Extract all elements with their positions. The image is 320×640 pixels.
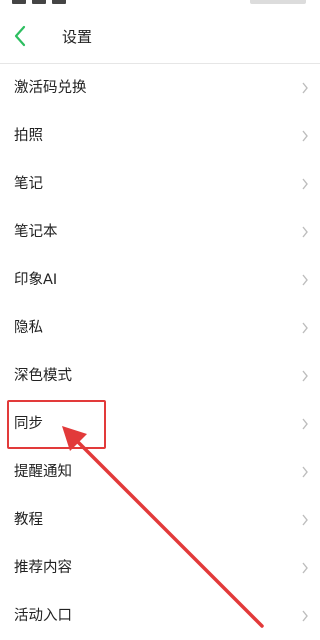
- menu-item-label: 拍照: [14, 128, 43, 144]
- menu-item-notebooks[interactable]: 笔记本: [0, 208, 320, 256]
- chevron-right-icon: [302, 226, 308, 238]
- chevron-right-icon: [302, 610, 308, 622]
- status-icons-right: [250, 0, 306, 4]
- menu-item-label: 提醒通知: [14, 464, 72, 480]
- menu-item-reminders[interactable]: 提醒通知: [0, 448, 320, 496]
- menu-item-label: 印象AI: [14, 272, 58, 288]
- menu-item-label: 激活码兑换: [14, 80, 87, 96]
- menu-item-label: 隐私: [14, 320, 43, 336]
- menu-item-label: 同步: [14, 416, 43, 432]
- signal-icon: [52, 0, 66, 4]
- menu-item-privacy[interactable]: 隐私: [0, 304, 320, 352]
- chevron-right-icon: [302, 466, 308, 478]
- menu-item-notes[interactable]: 笔记: [0, 160, 320, 208]
- chevron-right-icon: [302, 562, 308, 574]
- chevron-left-icon: [14, 25, 26, 47]
- page-title: 设置: [62, 28, 93, 46]
- chevron-right-icon: [302, 178, 308, 190]
- signal-icon: [12, 0, 26, 4]
- menu-item-camera[interactable]: 拍照: [0, 112, 320, 160]
- menu-item-recommended[interactable]: 推荐内容: [0, 544, 320, 592]
- chevron-right-icon: [302, 370, 308, 382]
- chevron-right-icon: [302, 514, 308, 526]
- chevron-right-icon: [302, 82, 308, 94]
- menu-item-ai[interactable]: 印象AI: [0, 256, 320, 304]
- menu-item-label: 深色模式: [14, 368, 72, 384]
- menu-item-dark-mode[interactable]: 深色模式: [0, 352, 320, 400]
- menu-item-events[interactable]: 活动入口: [0, 592, 320, 640]
- chevron-right-icon: [302, 418, 308, 430]
- menu-item-sync[interactable]: 同步: [0, 400, 320, 448]
- app-header: 设置: [0, 12, 320, 64]
- menu-item-tutorial[interactable]: 教程: [0, 496, 320, 544]
- menu-item-label: 笔记: [14, 176, 43, 192]
- settings-menu: 激活码兑换 拍照 笔记 笔记本 印象AI 隐私 深色模式 同步 提醒通知 教程 …: [0, 64, 320, 640]
- status-icons-left: [12, 0, 66, 4]
- chevron-right-icon: [302, 274, 308, 286]
- status-bar: [0, 0, 320, 10]
- menu-item-label: 笔记本: [14, 224, 58, 240]
- menu-item-label: 活动入口: [14, 608, 72, 624]
- menu-item-activation-code[interactable]: 激活码兑换: [0, 64, 320, 112]
- chevron-right-icon: [302, 322, 308, 334]
- menu-item-label: 推荐内容: [14, 560, 72, 576]
- signal-icon: [32, 0, 46, 4]
- menu-item-label: 教程: [14, 512, 43, 528]
- back-button[interactable]: [6, 21, 34, 51]
- chevron-right-icon: [302, 130, 308, 142]
